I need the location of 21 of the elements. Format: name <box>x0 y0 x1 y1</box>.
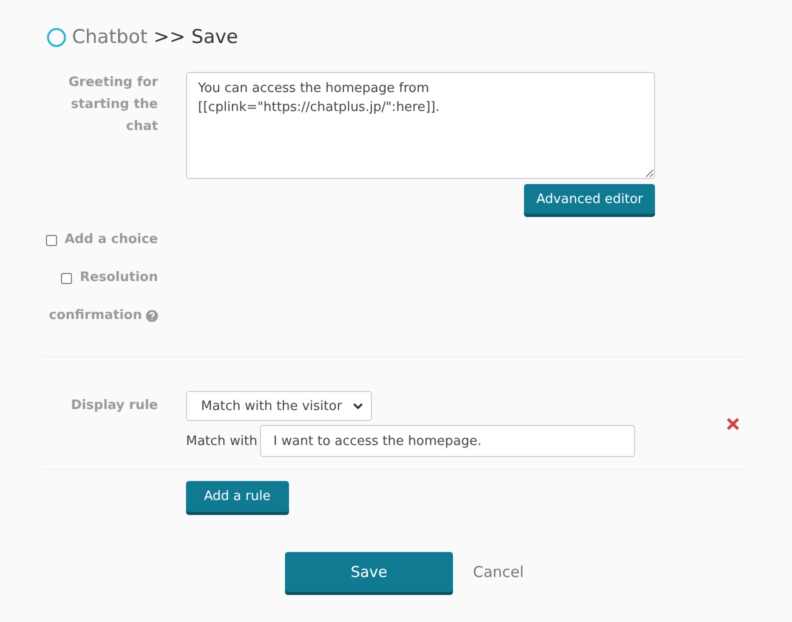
checkbox[interactable] <box>46 234 57 246</box>
advanced-editor-button[interactable]: Advanced editor <box>524 184 655 214</box>
option-label: Add a choice <box>64 231 158 249</box>
cancel-link[interactable]: Cancel <box>473 563 524 581</box>
save-button[interactable]: Save <box>285 552 453 592</box>
circle-icon <box>47 28 66 46</box>
match-field[interactable]: I want to access the homepage. <box>260 425 636 457</box>
greeting-field[interactable]: You can access the homepage from [[cplink="https://chatplus.jp/":here]]. <box>186 72 655 179</box>
checkbox[interactable] <box>60 272 72 284</box>
chevron-icon <box>353 402 363 410</box>
help-icon[interactable] <box>146 310 158 322</box>
match-label: Match with <box>186 434 258 448</box>
breadcrumb-section: Chatbot <box>72 26 148 48</box>
option-label: Resolution <box>80 269 158 287</box>
rule-select[interactable]: Match with the visitor <box>186 391 372 421</box>
delete-icon[interactable] <box>726 417 740 431</box>
add-rule-button[interactable]: Add a rule <box>186 481 289 512</box>
field-label: Greeting for starting the chat <box>68 74 158 136</box>
option-label: confirmation <box>48 307 142 325</box>
page-title: >> Save <box>154 26 238 48</box>
field-label: Display rule <box>70 397 158 415</box>
